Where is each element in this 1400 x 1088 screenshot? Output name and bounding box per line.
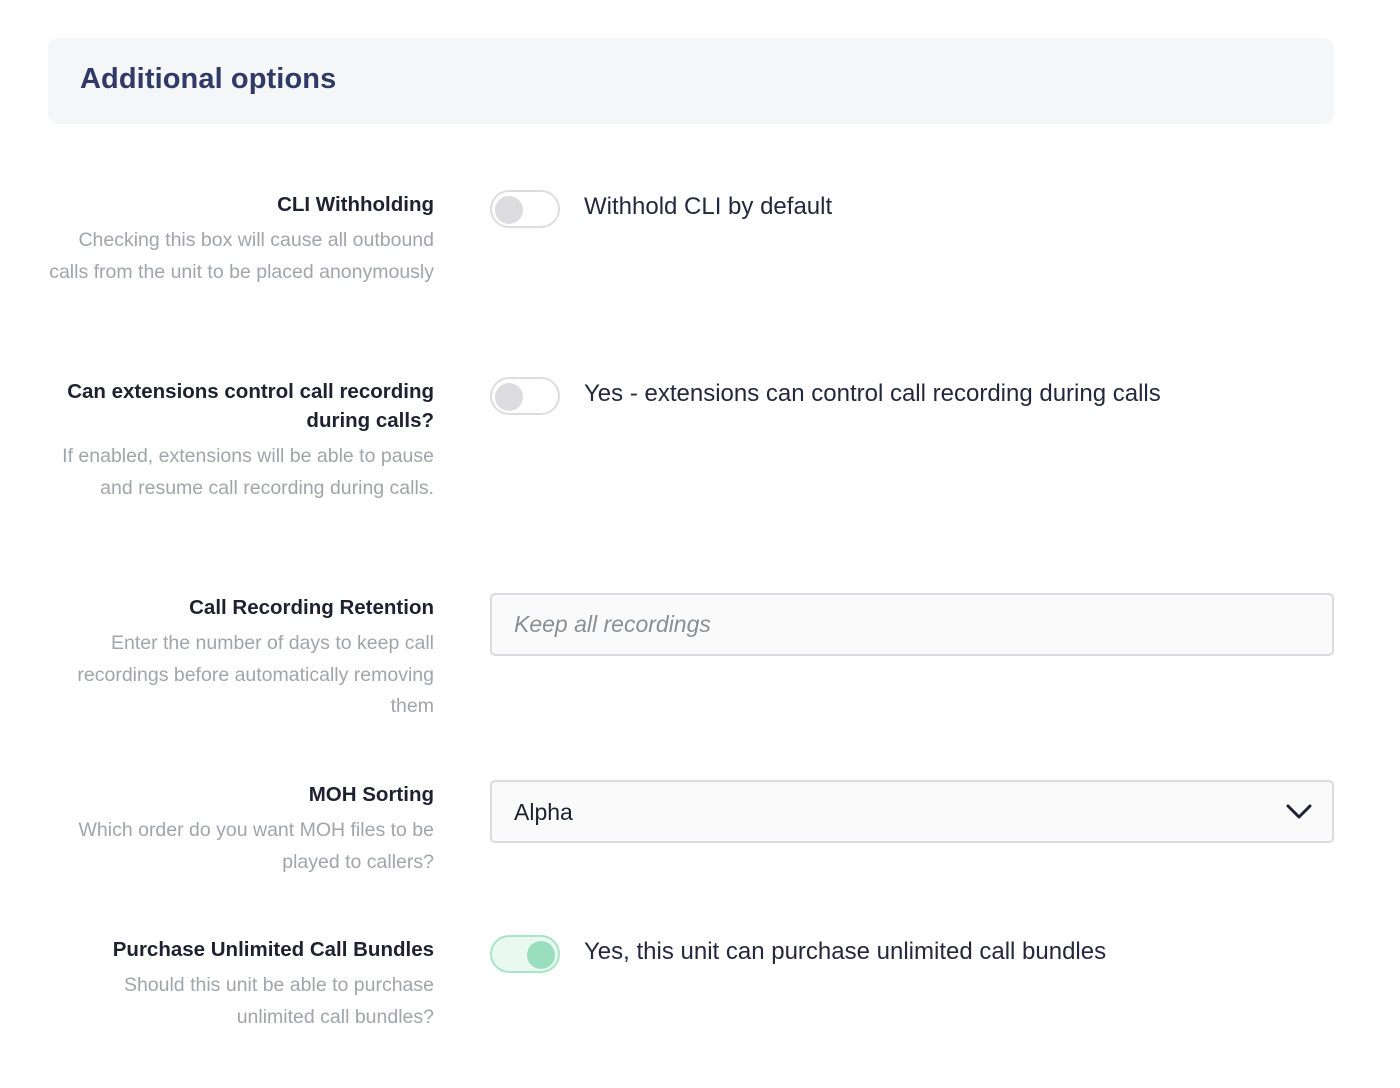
cli-withholding-label: CLI Withholding [277, 193, 434, 216]
call-recording-retention-input[interactable] [490, 593, 1334, 656]
unlimited-call-bundles-toggle-label[interactable]: Yes, this unit can purchase unlimited ca… [584, 938, 1106, 966]
call-recording-retention-label: Call Recording Retention [189, 596, 434, 619]
moh-sorting-help: Which order do you want MOH files to be … [78, 819, 435, 873]
toggle-knob [495, 383, 523, 411]
cli-withholding-label-group: CLI Withholding Checking this box will c… [48, 190, 434, 288]
unlimited-call-bundles-label: Purchase Unlimited Call Bundles [112, 938, 434, 961]
unlimited-call-bundles-help: Should this unit be able to purchase unl… [123, 974, 434, 1028]
extension-recording-control-toggle[interactable] [490, 377, 560, 415]
toggle-knob [495, 196, 523, 224]
moh-sorting-label: MOH Sorting [308, 783, 434, 806]
call-recording-retention-label-group: Call Recording Retention Enter the numbe… [48, 593, 434, 723]
extension-recording-control-help: If enabled, extensions will be able to p… [62, 445, 434, 499]
moh-sorting-selected-value: Alpha [514, 799, 573, 825]
moh-sorting-select[interactable]: Alpha [490, 780, 1334, 843]
cli-withholding-toggle-label[interactable]: Withhold CLI by default [584, 193, 832, 221]
call-recording-retention-help: Enter the number of days to keep call re… [77, 632, 434, 717]
extension-recording-control-toggle-label[interactable]: Yes - extensions can control call record… [584, 380, 1161, 408]
toggle-knob [527, 941, 555, 969]
moh-sorting-label-group: MOH Sorting Which order do you want MOH … [48, 780, 435, 878]
chevron-down-icon [1286, 804, 1312, 819]
cli-withholding-toggle[interactable] [490, 190, 560, 228]
cli-withholding-help: Checking this box will cause all outboun… [49, 229, 434, 283]
unlimited-call-bundles-toggle[interactable] [490, 935, 560, 973]
unlimited-call-bundles-label-group: Purchase Unlimited Call Bundles Should t… [48, 935, 434, 1033]
section-header: Additional options [48, 38, 1334, 124]
section-title: Additional options [80, 63, 337, 95]
extension-recording-control-label: Can extensions control call recording du… [67, 380, 434, 432]
extension-recording-control-label-group: Can extensions control call recording du… [48, 377, 434, 504]
